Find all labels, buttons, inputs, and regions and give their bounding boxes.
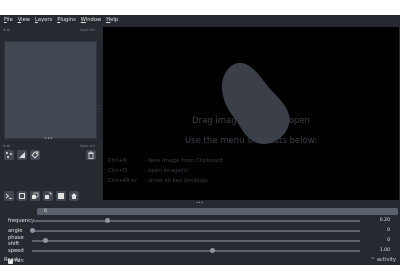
float-dock-icon[interactable]: ⧉ xyxy=(7,28,11,32)
grid-button[interactable] xyxy=(56,191,66,201)
shapes-icon xyxy=(19,152,25,158)
shortcut-key: Ctrl+N xyxy=(108,158,127,164)
splitter-handle-icon[interactable]: ••• xyxy=(44,136,53,142)
welcome-shortcuts-text: Use the menu shortcuts below: xyxy=(184,136,318,146)
points-icon xyxy=(6,152,12,158)
shortcut-open: Ctrl+O open image(s) xyxy=(108,168,188,174)
shortcut-new-image: Ctrl+N New Image from Clipboard xyxy=(108,158,223,164)
slider-thumb[interactable] xyxy=(104,218,110,223)
roll-icon xyxy=(32,192,39,199)
menu-layers[interactable]: Layers xyxy=(35,17,52,23)
param-row-frequency: frequency 0.20 xyxy=(8,216,392,225)
shortcut-key: Ctrl+O xyxy=(108,168,128,174)
welcome-or-text: or xyxy=(246,126,256,136)
console-button[interactable] xyxy=(4,191,14,201)
shortcut-action: New Image from Clipboard xyxy=(148,158,223,164)
menu-help[interactable]: Help xyxy=(106,17,118,23)
bottom-dock: 0 frequency 0.20 angle 0 phase shift 0 s… xyxy=(0,205,400,264)
param-label: phase shift xyxy=(8,234,24,247)
new-layer-buttons xyxy=(4,150,40,160)
shortcut-action: show all key bindings xyxy=(148,178,208,184)
slider-thumb[interactable] xyxy=(209,248,215,253)
menu-file[interactable]: File xyxy=(4,17,13,23)
activity-button[interactable]: ⌃ activity xyxy=(371,257,396,263)
param-value: 0.20 xyxy=(379,218,390,223)
param-label: speed xyxy=(8,247,24,254)
left-dock: ✕ ⧉ layer list ••• ✕ ⧉ layer ctrl xyxy=(0,25,102,201)
shortcut-action: open image(s) xyxy=(148,168,189,174)
new-points-button[interactable] xyxy=(4,150,14,160)
menu-view[interactable]: View xyxy=(18,17,30,23)
terminal-icon xyxy=(5,193,12,199)
param-value: 0 xyxy=(387,228,390,233)
layer-list-dock-header: ✕ ⧉ layer list xyxy=(3,27,97,33)
slider-thumb[interactable] xyxy=(42,238,48,243)
layer-list-dock-title: layer list xyxy=(80,28,95,32)
slider-track[interactable] xyxy=(32,250,360,252)
param-label: angle xyxy=(8,227,23,234)
ndisplay-button[interactable] xyxy=(17,191,27,201)
menu-bar: File View Layers Plugins Window Help xyxy=(0,15,400,25)
activity-label: activity xyxy=(376,256,396,263)
param-row-phase-shift: phase shift 0 xyxy=(8,234,392,247)
dims-slider[interactable]: 0 xyxy=(37,208,398,215)
new-shapes-button[interactable] xyxy=(17,150,27,160)
param-value: 0 xyxy=(387,238,390,243)
trash-icon xyxy=(88,151,94,159)
layer-controls-dock-title: layer ctrl xyxy=(79,144,95,148)
slider-track[interactable] xyxy=(32,230,360,232)
new-labels-button[interactable] xyxy=(30,150,40,160)
param-row-angle: angle 0 xyxy=(8,226,392,235)
menu-window[interactable]: Window xyxy=(81,17,101,23)
status-text: Ready xyxy=(4,256,21,263)
param-label: frequency xyxy=(8,217,35,224)
napari-window: File View Layers Plugins Window Help ✕ ⧉… xyxy=(0,15,400,265)
layer-list[interactable] xyxy=(4,41,97,139)
dims-slider-value: 0 xyxy=(44,209,47,214)
slider-thumb[interactable] xyxy=(29,228,35,233)
menu-plugins[interactable]: Plugins xyxy=(57,17,76,23)
slider-track[interactable] xyxy=(32,240,360,242)
labels-icon xyxy=(31,151,39,159)
transpose-button[interactable] xyxy=(43,191,53,201)
roll-dims-button[interactable] xyxy=(30,191,40,201)
status-bar: Ready ⌃ activity xyxy=(0,254,400,265)
delete-layer-button[interactable] xyxy=(86,150,96,160)
transpose-icon xyxy=(45,192,52,199)
home-icon xyxy=(71,193,77,199)
welcome-drag-text: Drag image(s) here to open xyxy=(192,116,310,126)
canvas[interactable]: Drag image(s) here to open or Use the me… xyxy=(103,27,399,200)
slider-track[interactable] xyxy=(32,220,360,222)
grid-square-icon xyxy=(58,193,64,199)
shortcut-keybindings: Ctrl+Alt+/ show all key bindings xyxy=(108,178,208,184)
viewer-buttons xyxy=(4,191,79,201)
param-value: 1.00 xyxy=(379,248,390,253)
layer-controls-dock-header: ✕ ⧉ layer ctrl xyxy=(3,143,97,149)
vertical-splitter-icon[interactable]: · · · xyxy=(98,104,100,115)
home-button[interactable] xyxy=(69,191,79,201)
float-controls-icon[interactable]: ⧉ xyxy=(7,144,11,148)
square-icon xyxy=(19,193,25,199)
shortcut-key: Ctrl+Alt+/ xyxy=(108,178,137,184)
chevron-up-icon: ⌃ xyxy=(370,256,375,263)
